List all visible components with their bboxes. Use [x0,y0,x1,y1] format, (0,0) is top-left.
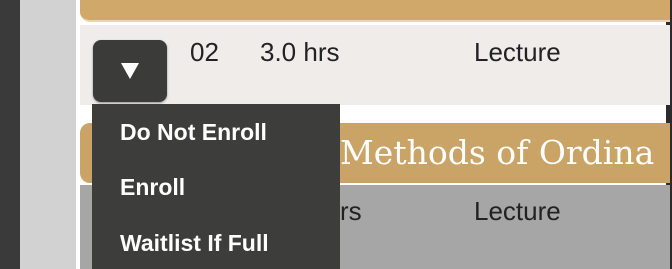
section-number: 02 [190,37,219,67]
credit-hours-2: rs [340,196,362,226]
window-frame-left [0,0,20,269]
previous-course-header [80,0,670,22]
menu-item-do-not-enroll[interactable]: Do Not Enroll [120,119,267,146]
credit-hours: 3.0 hrs [260,37,340,67]
enroll-dropdown-button[interactable] [93,40,167,102]
course-section-row [80,25,670,105]
menu-item-waitlist-if-full[interactable]: Waitlist If Full [120,230,269,257]
menu-item-enroll[interactable]: Enroll [120,174,185,201]
class-type-2: Lecture [474,196,561,226]
left-gutter [20,0,76,269]
triangle-down-icon [121,63,139,79]
course-title: Methods of Ordina [340,133,655,172]
enroll-options-menu: Do Not Enroll Enroll Waitlist If Full [92,104,340,269]
class-type: Lecture [474,37,561,67]
